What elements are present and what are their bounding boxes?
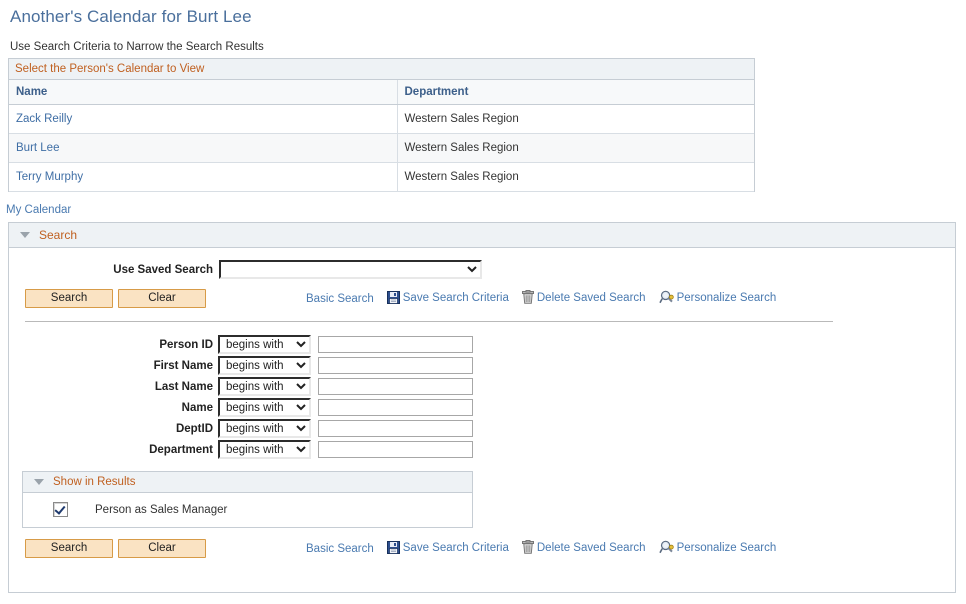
triangle-down-icon[interactable] [20,232,30,238]
delete-saved-search-label-bottom: Delete Saved Search [536,542,646,554]
triangle-down-icon[interactable] [34,479,44,485]
personalize-search-label-top: Personalize Search [676,292,777,304]
show-in-results-section: Show in Results Person as Sales Manager [22,471,473,528]
table-cell-department: Western Sales Region [397,104,754,134]
delete-saved-search-link-bottom[interactable]: Delete Saved Search [521,540,646,557]
value-input-person-id[interactable] [318,336,473,353]
top-links-group: Basic Search Save Search Criteria Delete… [306,290,776,307]
search-panel-header[interactable]: Search [9,223,955,248]
criteria-row-last-name: Last Name begins with [9,377,955,396]
operator-select-name[interactable]: begins with [218,398,311,417]
floppy-disk-icon [386,290,400,307]
table-header-row: Name Department [9,80,754,105]
criteria-row-name: Name begins with [9,398,955,417]
personalize-search-link-top[interactable]: Personalize Search [658,290,777,307]
search-criteria-group: Person ID begins with First Name begins … [9,322,955,459]
operator-select-first-name[interactable]: begins with [218,356,311,375]
operator-select-last-name[interactable]: begins with [218,377,311,396]
save-search-criteria-link-bottom[interactable]: Save Search Criteria [386,540,509,557]
person-table: Name Department Zack Reilly Western Sale… [9,80,754,192]
save-search-criteria-link-top[interactable]: Save Search Criteria [386,290,509,307]
bottom-links-group: Basic Search Save Search Criteria Delete… [306,540,776,557]
criteria-label-first-name: First Name [153,359,213,372]
person-link-terry-murphy[interactable]: Terry Murphy [16,171,83,183]
basic-search-link-bottom[interactable]: Basic Search [306,543,374,555]
table-cell-department: Western Sales Region [397,133,754,163]
column-header-name: Name [9,80,398,105]
table-cell-name: Terry Murphy [9,162,398,192]
person-link-zack-reilly[interactable]: Zack Reilly [16,113,72,125]
criteria-label-department: Department [149,443,213,456]
person-as-sales-manager-checkbox[interactable] [53,502,68,517]
table-cell-name: Burt Lee [9,133,398,163]
basic-search-link-top[interactable]: Basic Search [306,293,374,305]
save-search-criteria-label-bottom: Save Search Criteria [402,541,509,554]
criteria-label-name: Name [181,401,213,414]
table-row: Zack Reilly Western Sales Region [9,104,754,134]
criteria-row-deptid: DeptID begins with [9,419,955,438]
floppy-disk-icon [386,540,400,557]
my-calendar-container: My Calendar [0,192,966,222]
value-input-first-name[interactable] [318,357,473,374]
show-in-results-title: Show in Results [53,476,136,488]
person-calendar-grid: Select the Person's Calendar to View Nam… [8,58,755,192]
criteria-row-person-id: Person ID begins with [9,335,955,354]
search-button-bottom[interactable]: Search [25,539,113,558]
criteria-label-person-id: Person ID [159,338,213,351]
operator-select-department[interactable]: begins with [218,440,311,459]
grid-caption: Select the Person's Calendar to View [9,59,754,80]
use-saved-search-select[interactable] [219,260,482,279]
delete-saved-search-link-top[interactable]: Delete Saved Search [521,290,646,307]
show-in-results-header[interactable]: Show in Results [23,472,472,493]
table-cell-name: Zack Reilly [9,104,398,134]
criteria-row-first-name: First Name begins with [9,356,955,375]
bottom-action-bar: Search Clear Basic Search Save Search Cr… [9,528,955,558]
table-row: Terry Murphy Western Sales Region [9,162,754,192]
criteria-label-last-name: Last Name [154,380,213,393]
personalize-search-link-bottom[interactable]: Personalize Search [658,540,777,557]
search-instruction-text: Use Search Criteria to Narrow the Search… [10,41,264,53]
personalize-search-label-bottom: Personalize Search [676,542,777,554]
clear-button-bottom[interactable]: Clear [118,539,206,558]
column-header-department: Department [397,80,754,105]
value-input-deptid[interactable] [318,420,473,437]
value-input-department[interactable] [318,441,473,458]
person-as-sales-manager-label: Person as Sales Manager [95,503,228,516]
search-panel-title: Search [39,228,78,242]
use-saved-search-row: Use Saved Search [9,248,955,279]
criteria-row-department: Department begins with [9,440,955,459]
operator-select-deptid[interactable]: begins with [218,419,311,438]
clear-button-top[interactable]: Clear [118,289,206,308]
delete-saved-search-label-top: Delete Saved Search [536,292,646,304]
value-input-name[interactable] [318,399,473,416]
magnifier-wrench-icon [658,540,674,557]
use-saved-search-label: Use Saved Search [113,263,213,276]
save-search-criteria-label-top: Save Search Criteria [402,291,509,304]
table-row: Burt Lee Western Sales Region [9,133,754,163]
page-title: Another's Calendar for Burt Lee [10,7,252,26]
top-action-bar: Search Clear Basic Search Save Search Cr… [9,279,955,308]
value-input-last-name[interactable] [318,378,473,395]
magnifier-wrench-icon [658,290,674,307]
operator-select-person-id[interactable]: begins with [218,335,311,354]
trash-can-icon [521,290,534,307]
show-in-results-body: Person as Sales Manager [23,493,472,527]
criteria-label-deptid: DeptID [175,422,213,435]
my-calendar-link[interactable]: My Calendar [6,204,71,216]
table-cell-department: Western Sales Region [397,162,754,192]
trash-can-icon [521,540,534,557]
search-panel: Search Use Saved Search Search Clear Bas… [8,222,956,593]
person-link-burt-lee[interactable]: Burt Lee [16,142,59,154]
search-button-top[interactable]: Search [25,289,113,308]
